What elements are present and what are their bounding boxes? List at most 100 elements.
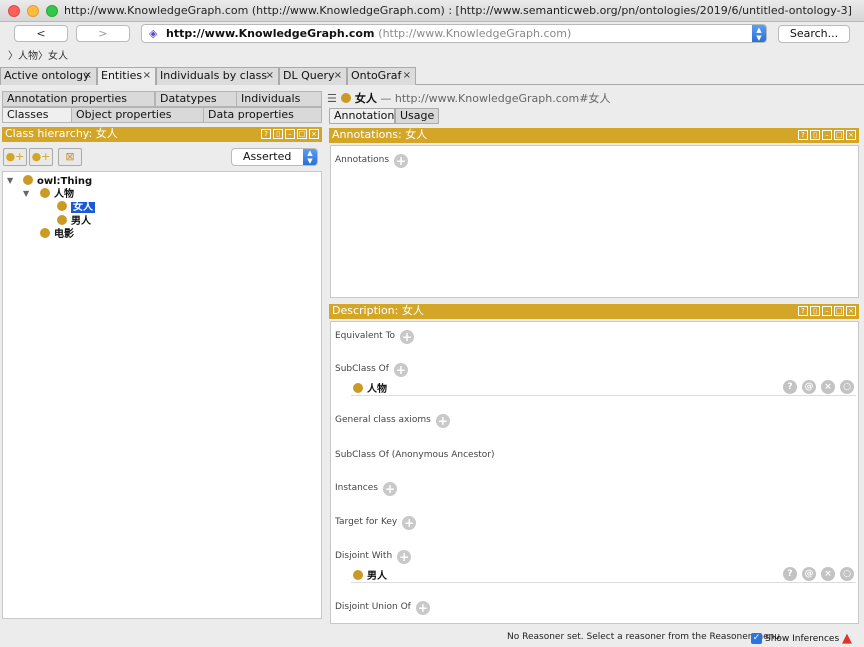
minimize-view-icon[interactable]: – [285,129,295,139]
explain-icon[interactable]: ? [783,380,797,394]
class-icon [40,188,50,198]
minimize-view-icon[interactable]: – [822,306,832,316]
add-disjoint-union-button[interactable]: + [415,601,430,615]
frame-label: General class axioms [335,415,431,425]
show-inferences-label: Show Inferences [765,634,840,644]
select-arrows-icon: ▲ ▼ [303,149,317,165]
close-view-icon[interactable]: × [846,306,856,316]
subtab-object-properties[interactable]: Object properties [71,107,204,123]
subclass-item[interactable]: 人物 [353,380,387,395]
maximize-view-icon[interactable]: □ [297,129,307,139]
add-key-button[interactable]: + [402,516,417,530]
subtab-data-properties[interactable]: Data properties [203,107,322,123]
entity-name: 女人 [354,92,377,105]
class-icon [340,93,351,103]
tree-node-dianying[interactable]: 电影 [40,228,74,240]
back-button[interactable]: < [14,25,68,42]
tab-entities[interactable]: Entities × [97,67,156,85]
frame-label: SubClass Of [335,364,389,374]
minimize-window-button[interactable] [27,5,39,17]
address-dropdown-icon[interactable]: ▲ ▼ [752,25,766,42]
tree-node-nvren[interactable]: 女人 [57,201,95,213]
add-general-axiom-button[interactable]: + [435,414,450,428]
close-tab-icon[interactable]: × [143,68,151,84]
delete-icon[interactable]: × [821,567,835,581]
tab-usage[interactable]: Usage [395,108,439,124]
tab-dl-query[interactable]: DL Query × [279,67,347,85]
expand-triangle-icon[interactable]: ▼ [7,176,13,185]
tree-node-owl-thing[interactable]: owl:Thing [23,175,92,187]
add-superclass-button[interactable]: + [393,363,408,377]
class-hierarchy-header: Class hierarchy: 女人 ? ▯ – □ × [2,127,322,142]
tab-ontograf[interactable]: OntoGraf × [347,67,416,85]
disjoint-item[interactable]: 男人 [353,567,387,582]
subtab-classes[interactable]: Classes [2,107,72,123]
subtab-datatypes[interactable]: Datatypes [155,91,237,107]
show-inferences-checkbox[interactable]: ✓ [751,633,762,644]
add-subclass-button[interactable]: ●+ [3,148,27,166]
class-icon [23,175,33,185]
ontology-diamond-icon: ◈ [149,27,158,40]
help-icon[interactable]: ? [798,306,808,316]
subtab-annotation-properties[interactable]: Annotation properties [2,91,155,107]
close-window-button[interactable] [8,5,20,17]
tab-annotations[interactable]: Annotations [329,108,400,124]
minimize-view-icon[interactable]: – [822,130,832,140]
split-icon[interactable]: ▯ [810,130,820,140]
warning-icon[interactable]: ▲ [842,631,852,646]
close-tab-icon[interactable]: × [403,68,411,84]
address-url: http://www.KnowledgeGraph.com [166,27,375,40]
edit-icon[interactable]: ○ [840,567,854,581]
close-tab-icon[interactable]: × [334,68,342,84]
delete-class-button[interactable]: ⊠ [58,148,82,166]
close-view-icon[interactable]: × [309,129,319,139]
tab-label: Individuals by class [160,69,268,82]
close-tab-icon[interactable]: × [84,68,92,84]
tree-node-renwu[interactable]: 人物 [40,188,74,200]
maximize-view-icon[interactable]: □ [834,306,844,316]
annotate-icon[interactable]: @ [802,380,816,394]
add-equivalent-button[interactable]: + [400,330,415,344]
frame-label: Annotations [335,155,390,165]
explain-icon[interactable]: ? [783,567,797,581]
description-title: Description: 女人 [332,304,424,317]
search-button[interactable]: Search... [778,25,850,43]
add-annotation-button[interactable]: + [394,154,409,168]
maximize-view-icon[interactable]: □ [834,130,844,140]
edit-icon[interactable]: ○ [840,380,854,394]
tab-label: DL Query [283,69,335,82]
entity-address-field[interactable]: ◈ http://www.KnowledgeGraph.com (http://… [141,24,767,43]
tab-active-ontology[interactable]: Active ontology × [0,67,97,85]
annotate-icon[interactable]: @ [802,567,816,581]
delete-icon[interactable]: × [821,380,835,394]
hierarchy-mode-select[interactable]: Asserted ▲ ▼ [231,148,318,166]
add-instance-button[interactable]: + [382,482,397,496]
help-icon[interactable]: ? [261,129,271,139]
hierarchy-mode-value: Asserted [243,150,292,163]
disjoint-with-frame: Disjoint With + [335,550,412,564]
expand-triangle-icon[interactable]: ▼ [23,189,29,198]
subtab-individuals[interactable]: Individuals [236,91,322,107]
close-view-icon[interactable]: × [846,130,856,140]
maximize-window-button[interactable] [46,5,58,17]
split-icon[interactable]: ▯ [273,129,283,139]
help-icon[interactable]: ? [798,130,808,140]
class-icon [353,383,363,393]
address-hint: (http://www.KnowledgeGraph.com) [378,27,572,40]
add-disjoint-button[interactable]: + [397,550,412,564]
menu-lines-icon[interactable]: ☰ [327,92,337,105]
tree-node-nanren[interactable]: 男人 [57,215,91,227]
node-label: 人物 [54,189,74,200]
add-sibling-class-button[interactable]: ●+ [29,148,53,166]
close-tab-icon[interactable]: × [266,68,274,84]
description-header: Description: 女人 ? ▯ – □ × [329,304,859,319]
node-label: 电影 [54,229,74,240]
annotations-frame: Annotations + [335,154,409,168]
tab-individuals-by-class[interactable]: Individuals by class × [156,67,279,85]
annotations-panel: Annotations + [330,145,859,298]
breadcrumb[interactable]: 〉人物〉女人 [8,47,68,62]
divider [351,395,856,396]
forward-button[interactable]: > [76,25,130,42]
node-label: 女人 [71,202,95,213]
split-icon[interactable]: ▯ [810,306,820,316]
